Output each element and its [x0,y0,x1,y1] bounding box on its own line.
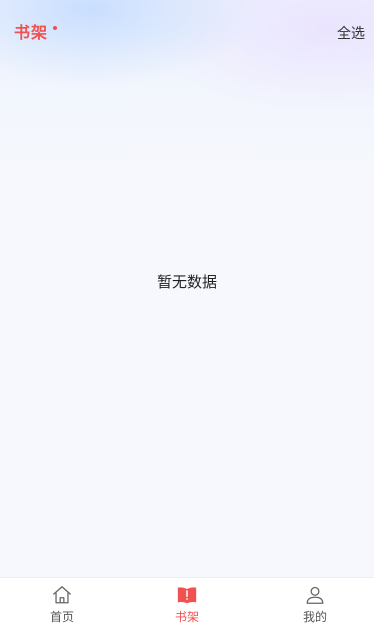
tab-home-label: 首页 [49,610,74,624]
home-icon [53,586,71,604]
empty-state-text: 暂无数据 [156,273,217,291]
bottom-tabbar: 首页 书架 我的 [0,577,374,642]
screen: 书架 全选 暂无数据 首页 书架 我的 [0,0,374,642]
user-icon [306,586,324,604]
select-all-button[interactable]: 全选 [337,26,365,42]
header: 书架 全选 [0,0,374,64]
title-indicator-dot [53,26,57,30]
tab-bookshelf[interactable]: 书架 [157,584,217,624]
bookshelf-icon [177,587,197,604]
tab-mine-label: 我的 [302,610,327,624]
tab-home[interactable]: 首页 [32,584,92,624]
page-title: 书架 [14,23,49,42]
tab-bookshelf-label: 书架 [174,610,199,624]
tab-mine[interactable]: 我的 [285,584,345,624]
